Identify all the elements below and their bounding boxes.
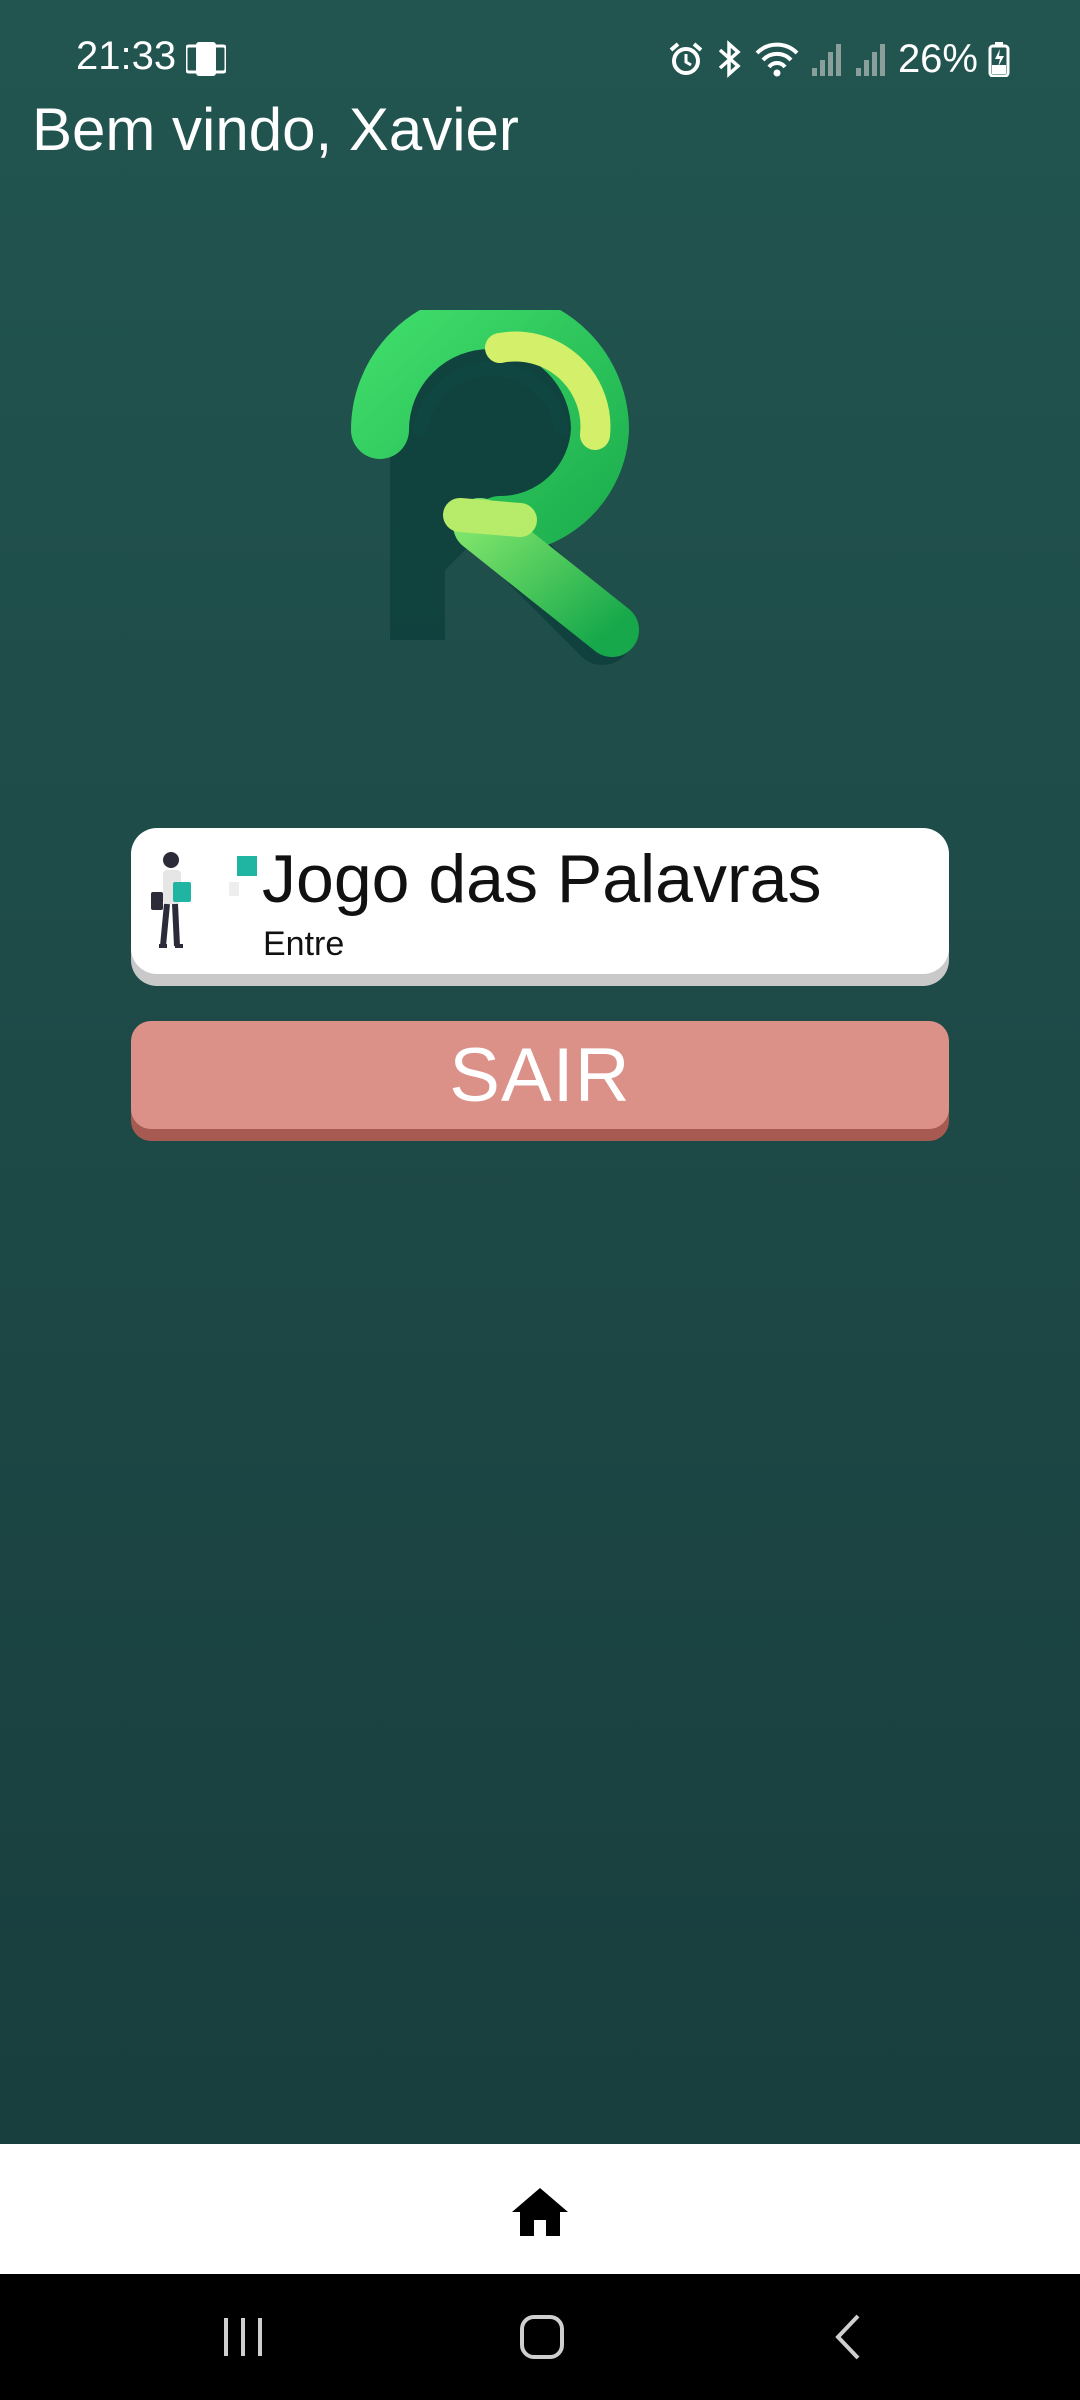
welcome-text: Bem vindo, Xavier (32, 96, 519, 163)
game-title: Jogo das Palavras (262, 841, 822, 917)
signal-icon (855, 44, 885, 76)
battery-charging-icon (988, 42, 1010, 77)
status-time: 21:33 (76, 34, 177, 78)
signal-icon (811, 44, 841, 76)
logout-button[interactable]: SAIR (131, 1021, 949, 1129)
bottom-nav (0, 2144, 1080, 2274)
system-nav-bar (0, 2274, 1080, 2400)
person-with-bags-illustration (151, 852, 257, 948)
back-icon[interactable] (830, 2312, 866, 2362)
game-card-jogo-das-palavras[interactable]: Jogo das Palavras Entre (131, 828, 949, 974)
app-logo (351, 310, 639, 666)
recents-icon[interactable] (218, 2314, 268, 2360)
status-bar: 21:33 26% (0, 0, 1080, 110)
status-icons: 26% (668, 34, 1010, 84)
battery-percent: 26% (897, 36, 978, 81)
alarm-icon (669, 42, 703, 75)
bluetooth-icon (718, 40, 741, 78)
home-button-icon[interactable] (518, 2312, 566, 2362)
wifi-icon (755, 42, 799, 77)
device-icon (186, 42, 226, 76)
game-subtitle: Entre (263, 925, 345, 963)
home-icon[interactable] (510, 2184, 570, 2240)
